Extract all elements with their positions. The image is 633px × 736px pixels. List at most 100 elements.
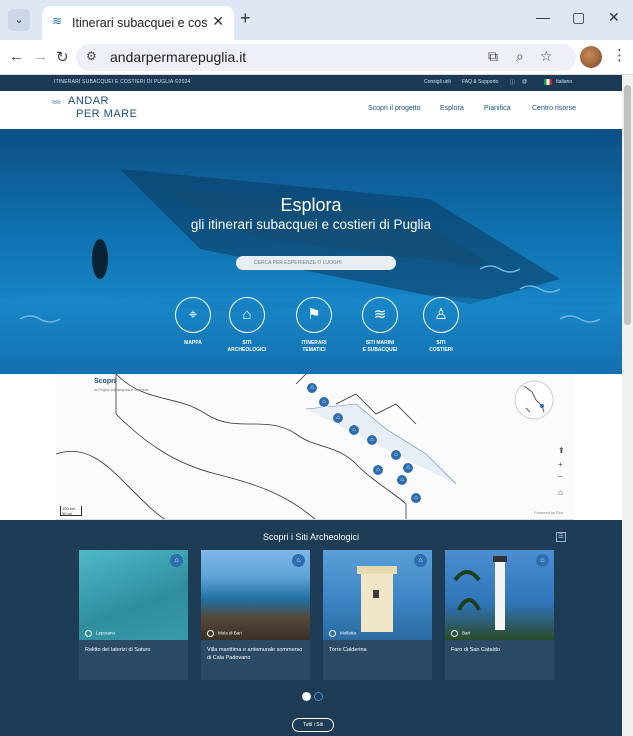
map-marker[interactable]: ⌂ (410, 492, 422, 504)
map-marker[interactable]: ⌂ (332, 412, 344, 424)
site-info-icon[interactable]: ⚙ (86, 49, 97, 63)
carousel-pagination (302, 688, 326, 706)
diver-icon: ≋ (362, 297, 398, 333)
site-location: Mola di Bari (218, 630, 242, 636)
profile-avatar[interactable] (580, 46, 602, 68)
map-section[interactable]: Scopri la Puglia subacquea e costiera ⌂ … (56, 374, 574, 520)
site-name: Faro di San Cataldo (451, 647, 500, 653)
web-page: ITINERARI SUBACQUEI E COSTIERI DI PUGLIA… (0, 75, 622, 736)
site-card[interactable]: ⌂ Molfetta Torre Calderina (323, 550, 432, 680)
site-card[interactable]: ⌂ Leporano Relitto dei laterizi di Satur… (79, 550, 188, 680)
location-pin-icon (207, 630, 214, 637)
hiker-icon: ♙ (423, 297, 459, 333)
site-location: Bari (462, 630, 471, 636)
minimize-icon[interactable]: — (536, 9, 550, 25)
site-name: Villa marittima e antemurale sommerso di… (207, 647, 303, 661)
address-bar: ← → ↻ ⚙ andarpermarepuglia.it ⧉ ⌕ ☆ (0, 40, 633, 75)
translate-icon[interactable]: ⧉ (488, 48, 498, 65)
search-placeholder: CERCA PER ESPERIENZE O LUOGHI (254, 260, 342, 266)
list-view-icon[interactable]: ☰ (556, 532, 566, 542)
hero-section: Esplora gli itinerari subacquei e costie… (0, 129, 622, 374)
tab-search-button[interactable]: ⌄ (8, 9, 30, 31)
category-siti-costieri[interactable]: ♙ SITI COSTIERI (411, 297, 471, 354)
close-window-icon[interactable]: ✕ (608, 9, 620, 26)
hero-title: Esplora (280, 195, 342, 215)
advice-link[interactable]: Consigli utili (424, 79, 451, 85)
compass-icon[interactable]: ⬆ (558, 446, 565, 455)
browser-menu-icon[interactable]: ⋮ (612, 46, 627, 64)
map-attribution[interactable]: Powered by Esri (534, 510, 563, 515)
category-label-2: E SUBACQUEI (362, 347, 398, 353)
category-label: MAPPA (184, 340, 202, 346)
archaeology-icon: ⌂ (170, 554, 183, 567)
browser-tab[interactable]: ≋ Itinerari subacquei e costieri di ✕ (42, 6, 234, 40)
map-marker[interactable]: ⌂ (348, 424, 360, 436)
map-title: Scopri (94, 378, 116, 385)
all-sites-button[interactable]: Tutti i Siti (292, 718, 334, 732)
page-scrollbar[interactable] (622, 75, 633, 736)
category-siti-marini[interactable]: ≋ SITI MARINI E SUBACQUEI (350, 297, 410, 354)
forward-icon[interactable]: → (33, 48, 48, 65)
map-scale: 100 km 50 mi (60, 506, 82, 516)
sites-title: Scopri i Siti Archeologici (262, 532, 360, 542)
reload-icon[interactable]: ↻ (56, 48, 69, 66)
browser-tab-bar: ⌄ ≋ Itinerari subacquei e costieri di ✕ … (0, 0, 633, 40)
map-marker[interactable]: ⌂ (372, 464, 384, 476)
back-icon[interactable]: ← (9, 48, 24, 65)
column-icon: ⌂ (229, 297, 265, 333)
scale-mi: 50 mi (62, 511, 72, 516)
nav-pianifica[interactable]: Pianifica (484, 105, 510, 112)
scrollbar-thumb[interactable] (624, 85, 631, 325)
map-marker[interactable]: ⌂ (390, 449, 402, 461)
archaeology-icon: ⌂ (292, 554, 305, 567)
nav-centro-risorse[interactable]: Centro risorse (532, 105, 576, 112)
category-label-2: TEMATICI (302, 347, 326, 353)
map-pin-icon: ⌖ (175, 297, 211, 333)
category-siti-archeologici[interactable]: ⌂ SITI ARCHEOLOGICI (217, 297, 277, 354)
accessibility-icon[interactable]: ⓘ (510, 79, 515, 86)
top-strip: ITINERARI SUBACQUEI E COSTIERI DI PUGLIA… (0, 75, 622, 91)
logo-line1[interactable]: ANDAR (68, 95, 109, 107)
email-icon[interactable]: @ (522, 79, 527, 85)
location-pin-icon (451, 630, 458, 637)
close-tab-icon[interactable]: ✕ (212, 13, 224, 30)
bookmark-star-icon[interactable]: ☆ (540, 48, 553, 65)
site-favicon-icon: ≋ (52, 14, 63, 28)
map-marker[interactable]: ⌂ (306, 382, 318, 394)
nav-scopri[interactable]: Scopri il progetto (368, 105, 421, 112)
site-name: Relitto dei laterizi di Saturo (85, 647, 151, 653)
new-tab-button[interactable]: + (240, 8, 251, 29)
site-card[interactable]: ⌂ Bari Faro di San Cataldo (445, 550, 554, 680)
site-location: Leporano (96, 630, 116, 636)
zoom-in-button[interactable]: + (558, 460, 563, 469)
url-field[interactable]: ⚙ andarpermarepuglia.it ⧉ ⌕ ☆ (76, 44, 576, 71)
carousel-dot-active[interactable] (302, 692, 311, 701)
logo-line2[interactable]: PER MARE (76, 108, 137, 120)
carousel-dot[interactable] (314, 692, 323, 701)
map-marker[interactable]: ⌂ (402, 462, 414, 474)
maximize-icon[interactable]: ▢ (572, 9, 585, 26)
url-text: andarpermarepuglia.it (110, 49, 247, 65)
nav-esplora[interactable]: Esplora (440, 105, 464, 112)
archaeology-icon: ⌂ (536, 554, 549, 567)
route-flag-icon: ⚑ (296, 297, 332, 333)
category-itinerari-tematici[interactable]: ⚑ ITINERARI TEMATICI (284, 297, 344, 354)
hero-search-input[interactable]: CERCA PER ESPERIENZE O LUOGHI (236, 256, 396, 270)
category-mappa[interactable]: ⌖ MAPPA (163, 297, 223, 347)
site-card[interactable]: ⌂ Mola di Bari Villa marittima e antemur… (201, 550, 310, 680)
language-select[interactable]: Italiano (556, 79, 572, 85)
location-pin-icon (329, 630, 336, 637)
map-marker[interactable]: ⌂ (396, 474, 408, 486)
zoom-out-button[interactable]: − (558, 472, 563, 481)
site-location: Molfetta (340, 630, 357, 636)
faq-link[interactable]: FAQ & Supporto (462, 79, 498, 85)
logo-wave-icon: ≈≈ (52, 97, 61, 107)
category-label: ITINERARI (301, 340, 327, 346)
home-icon[interactable]: ⌂ (558, 488, 563, 497)
map-marker[interactable]: ⌂ (366, 434, 378, 446)
italy-minimap[interactable] (514, 378, 554, 422)
sites-section: Scopri i Siti Archeologici ☰ ⌂ Leporano … (0, 520, 622, 736)
map-marker[interactable]: ⌂ (318, 396, 330, 408)
zoom-icon[interactable]: ⌕ (516, 48, 524, 65)
tab-title: Itinerari subacquei e costieri di (72, 16, 208, 30)
